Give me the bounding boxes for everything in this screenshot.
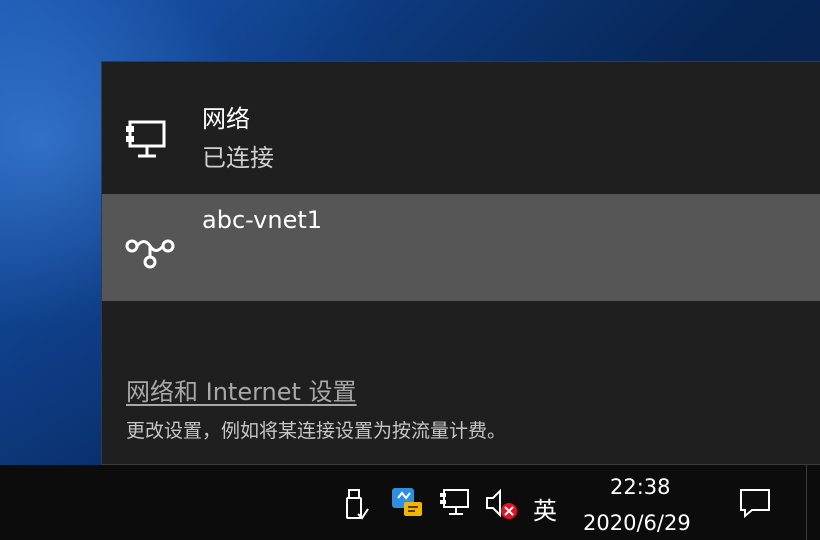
network-item-vpn[interactable]: abc-vnet1 [102, 194, 820, 301]
input-method-indicator[interactable]: 英 [533, 491, 557, 526]
chat-app-icon[interactable] [390, 485, 424, 521]
action-center-icon[interactable] [738, 487, 772, 519]
volume-muted-icon[interactable] [484, 487, 520, 521]
vpn-icon [125, 239, 175, 269]
clock-time[interactable]: 22:38 [610, 475, 671, 499]
taskbar: 英 22:38 2020/6/29 [0, 465, 820, 540]
network-status: 已连接 [202, 144, 274, 172]
clock-date[interactable]: 2020/6/29 [583, 511, 691, 535]
network-icon[interactable] [438, 487, 472, 519]
usb-drive-icon[interactable] [344, 487, 370, 523]
wired-network-icon [126, 120, 166, 158]
network-settings-description: 更改设置，例如将某连接设置为按流量计费。 [126, 420, 507, 442]
network-flyout: 网络 已连接 abc-vnet1 网络和 Internet 设置 更改设置，例如… [101, 61, 820, 465]
network-name: 网络 [202, 105, 250, 133]
network-item-ethernet[interactable]: 网络 已连接 [102, 62, 820, 194]
vpn-name: abc-vnet1 [202, 206, 323, 234]
show-desktop-button[interactable] [806, 465, 807, 540]
network-settings-link[interactable]: 网络和 Internet 设置 [126, 372, 357, 407]
